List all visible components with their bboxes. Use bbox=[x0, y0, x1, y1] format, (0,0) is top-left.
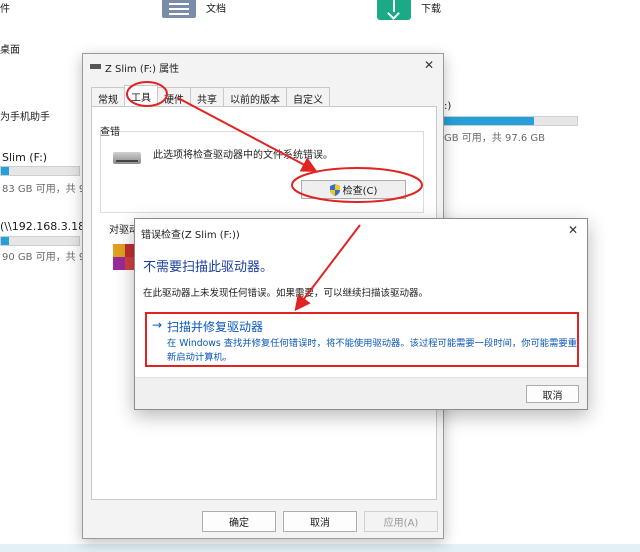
drive-f-usage-fill bbox=[1, 167, 9, 175]
dialog-headline: 不需要扫描此驱动器。 bbox=[143, 260, 274, 275]
sidebar-partial-label[interactable]: 件 bbox=[0, 0, 10, 15]
error-check-description: 此选项将检查驱动器中的文件系统错误。 bbox=[153, 150, 333, 161]
drive-f-name[interactable]: Slim (F:) bbox=[2, 151, 47, 164]
downloads-folder-icon[interactable] bbox=[377, 0, 411, 20]
uac-shield-icon bbox=[329, 183, 340, 196]
dialog-title: 错误检查(Z Slim (F:)) bbox=[141, 230, 240, 241]
dialog-message: 在此驱动器上未发现任何错误。如果需要，可以继续扫描该驱动器。 bbox=[143, 288, 429, 299]
scan-and-repair-title: 扫描并修复驱动器 bbox=[167, 320, 264, 334]
tab-customize[interactable]: 自定义 bbox=[286, 87, 330, 106]
sidebar-item-phone-assistant[interactable]: 为手机助手 bbox=[0, 108, 50, 123]
sidebar-item-desktop[interactable]: 桌面 bbox=[0, 41, 20, 56]
tab-tools[interactable]: 工具 bbox=[124, 85, 158, 106]
drive-title-icon bbox=[90, 64, 101, 69]
dialog-cancel-button[interactable]: 取消 bbox=[526, 385, 579, 403]
error-check-group-label: 查错 bbox=[100, 127, 120, 138]
network-drive-space: 90 GB 可用，共 99 bbox=[2, 252, 92, 263]
tab-general[interactable]: 常规 bbox=[91, 87, 125, 106]
apply-button[interactable]: 应用(A) bbox=[364, 511, 438, 532]
drive-f-space: 83 GB 可用，共 93 bbox=[2, 184, 92, 195]
downloads-label[interactable]: 下载 bbox=[421, 0, 441, 15]
drive-f-usage-bar bbox=[0, 166, 80, 176]
tab-previous-versions[interactable]: 以前的版本 bbox=[223, 87, 287, 106]
check-button-label: 检查(C) bbox=[342, 186, 378, 197]
right-drive-usage-bar bbox=[443, 116, 578, 126]
right-drive-usage-fill bbox=[444, 117, 535, 125]
dialog-close-icon[interactable]: ✕ bbox=[568, 223, 578, 237]
network-drive-name[interactable]: (\\192.168.3.18) bbox=[0, 220, 89, 233]
network-drive-usage-fill bbox=[1, 237, 9, 245]
network-drive-usage-bar bbox=[0, 236, 80, 246]
scan-and-repair-link[interactable]: → 扫描并修复驱动器 在 Windows 查找并修复任何错误时，将不能使用驱动器… bbox=[145, 312, 579, 367]
right-drive-name[interactable]: :) bbox=[444, 101, 451, 112]
check-button[interactable]: 检查(C) bbox=[301, 180, 406, 199]
tab-sharing[interactable]: 共享 bbox=[190, 87, 224, 106]
properties-title: Z Slim (F:) 属性 bbox=[105, 64, 180, 75]
scan-and-repair-description: 在 Windows 查找并修复任何错误时，将不能使用驱动器。该过程可能需要一段时… bbox=[167, 338, 577, 363]
arrow-right-icon: → bbox=[152, 318, 163, 332]
error-check-group bbox=[100, 131, 424, 213]
dialog-footer bbox=[135, 377, 587, 409]
properties-close-icon[interactable]: ✕ bbox=[424, 58, 434, 72]
ok-button[interactable]: 确定 bbox=[202, 511, 276, 532]
properties-tabs: 常规 工具 硬件 共享 以前的版本 自定义 bbox=[91, 85, 330, 106]
bottom-strip bbox=[0, 544, 640, 552]
tab-hardware[interactable]: 硬件 bbox=[157, 87, 191, 106]
right-drive-space: GB 可用，共 97.6 GB bbox=[444, 133, 546, 144]
drive-icon bbox=[113, 152, 141, 164]
error-check-dialog: 错误检查(Z Slim (F:)) ✕ 不需要扫描此驱动器。 在此驱动器上未发现… bbox=[134, 218, 588, 410]
documents-folder-icon[interactable] bbox=[162, 0, 196, 18]
cancel-button[interactable]: 取消 bbox=[283, 511, 357, 532]
documents-label[interactable]: 文档 bbox=[206, 0, 226, 15]
